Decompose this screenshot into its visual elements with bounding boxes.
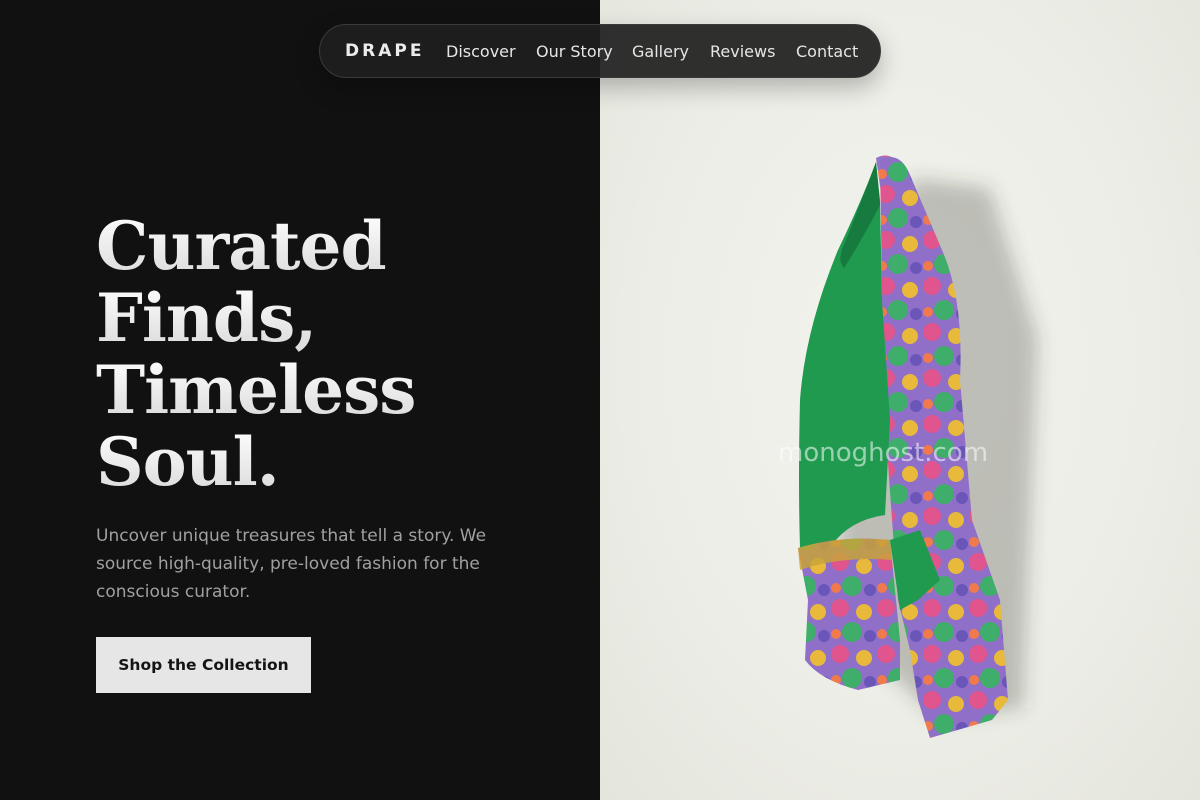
- hero-subtitle: Uncover unique treasures that tell a sto…: [96, 526, 487, 602]
- nav-link-reviews[interactable]: Reviews: [710, 42, 775, 61]
- watermark: monoghost.com: [778, 438, 989, 468]
- nav-link-our-story[interactable]: Our Story: [536, 42, 613, 61]
- headline-line: Finds,: [96, 282, 556, 354]
- main-nav: DRAPE Discover Our Story Gallery Reviews…: [319, 24, 881, 78]
- nav-link-gallery[interactable]: Gallery: [632, 42, 689, 61]
- headline-line: Curated: [96, 210, 556, 282]
- shop-collection-button[interactable]: Shop the Collection: [96, 637, 311, 693]
- nav-link-contact[interactable]: Contact: [796, 42, 858, 61]
- hero-image-panel: monoghost.com: [600, 0, 1200, 800]
- nav-link-discover[interactable]: Discover: [446, 42, 516, 61]
- brand-logo[interactable]: DRAPE: [345, 41, 424, 61]
- headline-line: Timeless: [96, 354, 556, 426]
- jacket-photo: [798, 155, 1038, 739]
- headline-line: Soul.: [96, 426, 556, 498]
- hero-headline: Curated Finds, Timeless Soul.: [96, 210, 556, 498]
